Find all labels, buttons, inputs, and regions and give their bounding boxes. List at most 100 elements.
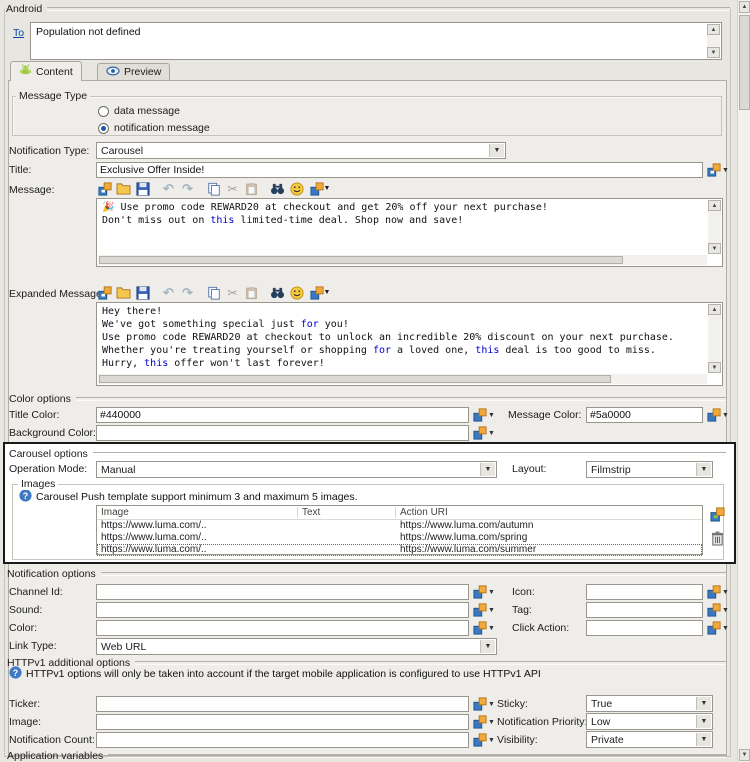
title-color-input[interactable] — [96, 407, 469, 423]
expanded-vscrollbar[interactable]: ▲ ▼ — [708, 304, 721, 373]
httpv1-info-text: HTTPv1 options will only be taken into a… — [26, 668, 541, 680]
paste-icon[interactable] — [243, 180, 260, 197]
channel-id-picker[interactable]: ▼ — [473, 584, 495, 600]
background-color-input[interactable] — [96, 425, 469, 441]
message-vscrollbar[interactable]: ▲ ▼ — [708, 200, 721, 254]
open-folder-icon[interactable] — [115, 180, 132, 197]
notification-type-select[interactable]: Carousel▼ — [96, 142, 506, 159]
sound-input[interactable] — [96, 602, 469, 618]
scroll-down-icon[interactable]: ▼ — [708, 362, 721, 373]
expanded-hscrollbar[interactable] — [98, 374, 707, 384]
notification-count-picker[interactable]: ▼ — [473, 732, 495, 748]
notification-priority-select[interactable]: Low▼ — [586, 713, 713, 730]
scroll-down-icon[interactable]: ▼ — [708, 243, 721, 254]
redo-icon[interactable]: ↷ — [179, 284, 196, 301]
undo-icon[interactable]: ↶ — [160, 284, 177, 301]
chevron-down-icon[interactable]: ▼ — [489, 144, 504, 157]
redo-icon[interactable]: ↷ — [179, 180, 196, 197]
visibility-select[interactable]: Private▼ — [586, 731, 713, 748]
section-android: Android — [6, 2, 730, 15]
notification-message-radio[interactable] — [98, 123, 109, 134]
image-input[interactable] — [96, 714, 469, 730]
message-hscrollbar[interactable] — [98, 255, 707, 265]
operation-mode-select[interactable]: Manual▼ — [96, 461, 497, 478]
table-row[interactable]: https://www.luma.com/..https://www.luma.… — [97, 544, 702, 556]
tab-content[interactable]: Content — [10, 61, 82, 81]
notification-count-input[interactable] — [96, 732, 469, 748]
icon-picker[interactable]: ▼ — [707, 584, 729, 600]
chevron-down-icon[interactable]: ▼ — [480, 463, 495, 476]
background-color-picker[interactable]: ▼ — [473, 425, 495, 441]
save-icon[interactable] — [134, 180, 151, 197]
message-textarea[interactable]: 🎉 Use promo code REWARD20 at checkout an… — [96, 198, 723, 267]
tag-input[interactable] — [586, 602, 703, 618]
undo-icon[interactable]: ↶ — [160, 180, 177, 197]
data-message-label[interactable]: data message — [114, 105, 180, 117]
chevron-down-icon[interactable]: ▼ — [696, 715, 711, 728]
column-header-text[interactable]: Text — [302, 506, 320, 519]
cut-icon[interactable]: ✂ — [224, 284, 241, 301]
link-type-select[interactable]: Web URL▼ — [96, 638, 497, 655]
chevron-down-icon[interactable]: ▼ — [722, 167, 729, 174]
page-scrollbar[interactable]: ▲ ▼ — [737, 0, 750, 762]
data-message-radio[interactable] — [98, 106, 109, 117]
column-header-action-uri[interactable]: Action URI — [400, 506, 448, 519]
insert-personalization-icon[interactable] — [96, 284, 113, 301]
images-table[interactable]: Image Text Action URI https://www.luma.c… — [96, 505, 703, 555]
chevron-down-icon[interactable]: ▼ — [696, 733, 711, 746]
population-scrollbar[interactable]: ▲ ▼ — [707, 24, 720, 58]
click-action-input[interactable] — [586, 620, 703, 636]
emoji-icon[interactable] — [288, 180, 305, 197]
delete-image-button[interactable] — [711, 531, 724, 549]
ticker-input[interactable] — [96, 696, 469, 712]
scroll-up-icon[interactable]: ▲ — [707, 24, 720, 35]
icon-input[interactable] — [586, 584, 703, 600]
scroll-up-icon[interactable]: ▲ — [708, 304, 721, 315]
save-icon[interactable] — [134, 284, 151, 301]
title-color-picker[interactable]: ▼ — [473, 407, 495, 423]
sticky-select[interactable]: True▼ — [586, 695, 713, 712]
text-color-picker-icon[interactable]: ▼ — [307, 180, 333, 197]
paste-icon[interactable] — [243, 284, 260, 301]
copy-icon[interactable] — [205, 284, 222, 301]
message-color-input[interactable] — [586, 407, 703, 423]
tag-picker[interactable]: ▼ — [707, 602, 729, 618]
table-row[interactable]: https://www.luma.com/..https://www.luma.… — [97, 520, 702, 532]
expanded-message-textarea[interactable]: Hey there!We've got something special ju… — [96, 302, 723, 386]
chevron-down-icon[interactable]: ▼ — [696, 697, 711, 710]
add-image-button[interactable] — [710, 507, 725, 525]
title-input[interactable] — [96, 162, 703, 178]
message-color-picker[interactable]: ▼ — [707, 407, 729, 423]
emoji-icon[interactable] — [288, 284, 305, 301]
ticker-picker[interactable]: ▼ — [473, 696, 495, 712]
copy-icon[interactable] — [205, 180, 222, 197]
scroll-up-icon[interactable]: ▲ — [708, 200, 721, 211]
notification-message-label[interactable]: notification message — [114, 122, 210, 134]
open-folder-icon[interactable] — [115, 284, 132, 301]
chevron-down-icon[interactable]: ▼ — [480, 640, 495, 653]
table-row[interactable]: https://www.luma.com/..https://www.luma.… — [97, 532, 702, 544]
insert-personalization-icon[interactable] — [96, 180, 113, 197]
tab-preview[interactable]: Preview — [97, 63, 170, 80]
text-color-picker-icon[interactable]: ▼ — [307, 284, 333, 301]
click-action-picker[interactable]: ▼ — [707, 620, 729, 636]
image-picker[interactable]: ▼ — [473, 714, 495, 730]
column-header-image[interactable]: Image — [101, 506, 129, 519]
visibility-label: Visibility: — [497, 734, 538, 746]
find-icon[interactable] — [269, 284, 286, 301]
color-picker[interactable]: ▼ — [473, 620, 495, 636]
title-personalization-picker[interactable]: ▼ — [707, 162, 729, 178]
color-input[interactable] — [96, 620, 469, 636]
find-icon[interactable] — [269, 180, 286, 197]
scroll-up-icon[interactable]: ▲ — [739, 1, 750, 13]
scroll-down-icon[interactable]: ▼ — [707, 47, 720, 58]
sound-picker[interactable]: ▼ — [473, 602, 495, 618]
chevron-down-icon[interactable]: ▼ — [696, 463, 711, 476]
channel-id-input[interactable] — [96, 584, 469, 600]
population-field[interactable]: Population not defined ▲ ▼ — [30, 22, 722, 60]
to-link[interactable]: To — [13, 27, 24, 39]
cut-icon[interactable]: ✂ — [224, 180, 241, 197]
layout-select[interactable]: Filmstrip▼ — [586, 461, 713, 478]
scrollbar-thumb[interactable] — [739, 15, 750, 110]
scroll-down-icon[interactable]: ▼ — [739, 749, 750, 761]
